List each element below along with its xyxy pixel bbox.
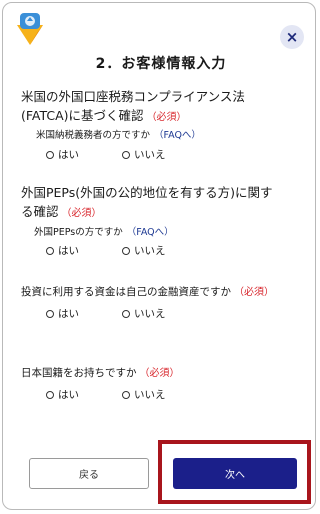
page-title: 2．お客様情報入力	[95, 56, 227, 72]
radio-funds-yes-label: はい	[58, 308, 79, 320]
question-fatca-sub-text: 米国納税義務者の方ですか	[36, 130, 151, 141]
back-button[interactable]: 戻る	[29, 458, 149, 489]
question-peps-title: 外国PEPs(外国の公的地位を有する方)に関す る確認 （必須）	[21, 183, 301, 223]
required-badge: （必須）	[146, 112, 187, 123]
question-peps-line1: 外国PEPs(外国の公的地位を有する方)に関す	[21, 185, 273, 200]
radio-fatca-yes-label: はい	[58, 149, 79, 161]
radio-nationality-no-label: いいえ	[134, 389, 166, 401]
radio-circle-icon	[122, 309, 130, 318]
radio-nationality-yes-label: はい	[58, 389, 79, 401]
radio-fatca-yes[interactable]: はい	[46, 147, 79, 162]
radio-circle-icon	[46, 150, 54, 159]
radio-peps-no-label: いいえ	[134, 245, 166, 257]
radio-fatca-no-label: いいえ	[134, 149, 166, 161]
app-logo-icon	[17, 13, 43, 45]
required-badge: （必須）	[234, 287, 274, 298]
radio-fatca-no[interactable]: いいえ	[122, 147, 166, 162]
close-button[interactable]: ×	[280, 25, 304, 49]
radio-circle-icon	[46, 309, 54, 318]
question-funds-text: 投資に利用する資金は自己の金融資産ですか	[21, 286, 231, 298]
radio-peps-no[interactable]: いいえ	[122, 243, 166, 258]
close-icon: ×	[285, 28, 299, 46]
radio-funds-yes[interactable]: はい	[46, 306, 79, 321]
radio-circle-icon	[122, 150, 130, 159]
question-nationality-text: 日本国籍をお持ちですか	[21, 367, 137, 379]
radio-nationality-no[interactable]: いいえ	[122, 387, 166, 402]
faq-link-fatca[interactable]: （FAQへ）	[154, 130, 201, 141]
next-button[interactable]: 次へ	[173, 458, 297, 489]
radio-nationality-yes[interactable]: はい	[46, 387, 79, 402]
required-badge: （必須）	[139, 368, 180, 379]
question-peps-sub: 外国PEPsの方ですか （FAQへ）	[34, 224, 174, 238]
faq-link-peps[interactable]: （FAQへ）	[127, 227, 174, 238]
app-frame: × 2．お客様情報入力 米国の外国口座税務コンプライアンス法 (FATCA)に基…	[2, 2, 316, 510]
required-badge: （必須）	[61, 208, 102, 219]
question-fatca-line1: 米国の外国口座税務コンプライアンス法	[21, 89, 245, 104]
radio-circle-icon	[122, 390, 130, 399]
radio-funds-no[interactable]: いいえ	[122, 306, 166, 321]
radio-circle-icon	[46, 246, 54, 255]
question-fatca-title: 米国の外国口座税務コンプライアンス法 (FATCA)に基づく確認 （必須）	[21, 87, 301, 127]
radio-peps-yes[interactable]: はい	[46, 243, 79, 258]
radio-circle-icon	[122, 246, 130, 255]
question-nationality-title: 日本国籍をお持ちですか （必須）	[21, 364, 301, 383]
question-fatca-line2: (FATCA)に基づく確認	[21, 108, 144, 123]
radio-peps-yes-label: はい	[58, 245, 79, 257]
question-peps-sub-text: 外国PEPsの方ですか	[34, 227, 123, 238]
question-fatca-sub: 米国納税義務者の方ですか （FAQへ）	[36, 127, 201, 141]
radio-funds-no-label: いいえ	[134, 308, 166, 320]
radio-circle-icon	[46, 390, 54, 399]
question-peps-line2: る確認	[21, 204, 59, 219]
question-funds-title: 投資に利用する資金は自己の金融資産ですか （必須）	[21, 283, 301, 302]
